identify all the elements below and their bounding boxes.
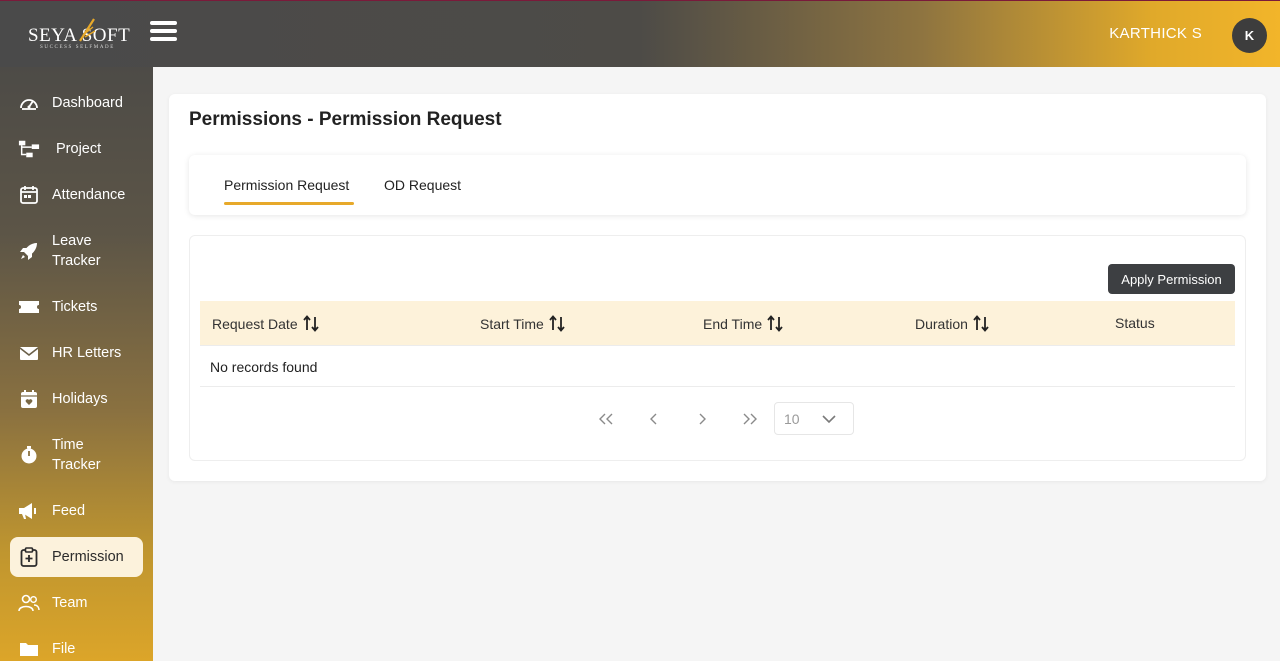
column-header-status: Status — [1115, 315, 1155, 331]
column-header-duration[interactable]: Duration — [915, 315, 989, 332]
tab-bar: Permission Request OD Request — [189, 155, 1246, 215]
sidebar-item-project[interactable]: Project — [10, 139, 143, 159]
next-page-button[interactable] — [690, 410, 714, 428]
table-container: Apply Permission Request Date Start Time… — [189, 235, 1246, 461]
avatar[interactable]: K — [1232, 18, 1267, 53]
sidebar-item-label: Time Tracker — [52, 437, 101, 473]
calendar-heart-icon — [18, 389, 40, 409]
chevron-right-icon — [699, 413, 706, 425]
table-header: Request Date Start Time End Time Duratio… — [200, 301, 1235, 346]
sidebar-item-team[interactable]: Team — [10, 593, 143, 613]
double-chevron-left-icon — [599, 413, 613, 425]
table-row: No records found — [200, 346, 1235, 387]
sidebar-item-label: Team — [52, 595, 88, 611]
rows-per-page-select[interactable]: 10 — [774, 402, 854, 435]
sidebar-item-leave-tracker[interactable]: Leave Tracker — [10, 231, 143, 271]
double-chevron-right-icon — [743, 413, 757, 425]
sort-icon[interactable] — [767, 315, 783, 332]
clipboard-plus-icon — [18, 547, 40, 567]
top-header: SEYA SOFT SUCCESS SELFMADE KARTHICK S K — [0, 0, 1280, 67]
sidebar-item-time-tracker[interactable]: Time Tracker — [10, 435, 143, 475]
project-icon — [18, 139, 40, 159]
sidebar-item-hr-letters[interactable]: HR Letters — [10, 343, 143, 363]
sort-icon[interactable] — [302, 315, 319, 332]
page-title: Permissions - Permission Request — [189, 109, 502, 130]
column-label: Start Time — [480, 315, 544, 332]
sidebar-item-label: Leave Tracker — [52, 233, 101, 269]
column-label: End Time — [703, 315, 763, 332]
sidebar-item-label: Permission — [52, 549, 124, 565]
empty-message: No records found — [210, 359, 318, 375]
menu-toggle-icon[interactable] — [150, 21, 177, 45]
sort-icon[interactable] — [549, 315, 565, 332]
dashboard-icon — [18, 93, 40, 113]
previous-page-button[interactable] — [642, 410, 666, 428]
sidebar-item-label: HR Letters — [52, 345, 122, 361]
folder-icon — [18, 639, 40, 659]
logo-tagline: SUCCESS SELFMADE — [40, 45, 115, 50]
sidebar-item-label: Attendance — [52, 187, 126, 203]
main-card: Permissions - Permission Request Permiss… — [169, 94, 1266, 481]
sidebar-item-feed[interactable]: Feed — [10, 501, 143, 521]
sidebar-item-label: Dashboard — [52, 95, 123, 111]
first-page-button[interactable] — [594, 410, 618, 428]
column-label: Request Date — [212, 315, 298, 332]
calendar-icon — [18, 185, 40, 205]
column-header-request-date[interactable]: Request Date — [212, 315, 319, 332]
tab-permission-request[interactable]: Permission Request — [224, 177, 349, 193]
megaphone-icon — [18, 501, 40, 521]
ticket-icon — [18, 297, 40, 317]
sidebar-item-label: Project — [56, 141, 102, 157]
sidebar-item-label: Tickets — [52, 299, 98, 315]
logo-mark-icon — [79, 18, 96, 42]
tab-od-request[interactable]: OD Request — [384, 177, 461, 193]
sidebar-item-label: Feed — [52, 503, 86, 519]
sidebar-item-tickets[interactable]: Tickets — [10, 297, 143, 317]
company-logo[interactable]: SEYA SOFT SUCCESS SELFMADE — [28, 17, 150, 53]
active-tab-indicator — [224, 202, 354, 205]
team-icon — [18, 593, 40, 613]
column-header-start-time[interactable]: Start Time — [480, 315, 565, 332]
user-name[interactable]: KARTHICK S — [1109, 25, 1202, 42]
column-label: Duration — [915, 315, 968, 332]
sidebar: Dashboard Project Attendance Leave Track… — [0, 67, 153, 661]
sidebar-item-holidays[interactable]: Holidays — [10, 389, 143, 409]
sidebar-item-file[interactable]: File — [10, 639, 143, 659]
chevron-down-icon — [822, 415, 836, 424]
sidebar-item-permission[interactable]: Permission — [10, 537, 143, 577]
last-page-button[interactable] — [738, 410, 762, 428]
sidebar-item-label: File — [52, 641, 76, 657]
mail-icon — [18, 343, 40, 363]
sort-icon[interactable] — [973, 315, 989, 332]
column-label: Status — [1115, 315, 1155, 331]
chevron-left-icon — [650, 413, 657, 425]
sidebar-item-attendance[interactable]: Attendance — [10, 185, 143, 205]
rocket-icon — [18, 241, 40, 261]
apply-permission-button[interactable]: Apply Permission — [1108, 264, 1235, 294]
sidebar-item-label: Holidays — [52, 391, 108, 407]
sidebar-item-dashboard[interactable]: Dashboard — [10, 93, 143, 113]
stopwatch-icon — [18, 445, 40, 465]
rows-per-page-value: 10 — [784, 411, 800, 427]
column-header-end-time[interactable]: End Time — [703, 315, 783, 332]
